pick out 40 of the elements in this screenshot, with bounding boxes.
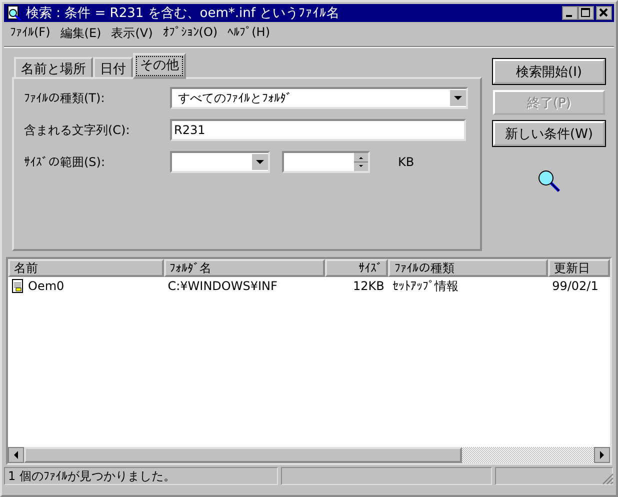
tab[interactable]: 名前と場所 bbox=[14, 57, 93, 77]
unit-label: KB bbox=[398, 155, 414, 169]
menu-item[interactable]: ﾍﾙﾌﾟ(H) bbox=[228, 25, 270, 43]
spin-arrows-icon[interactable] bbox=[354, 153, 368, 171]
menu-item[interactable]: ｵﾌﾟｼｮﾝ(O) bbox=[162, 25, 218, 43]
menu-item[interactable]: 表示(V) bbox=[111, 25, 153, 43]
field-label: ｻｲｽﾞの範囲(S): bbox=[24, 154, 106, 170]
status-text: 1 個のﾌｧｲﾙが見つかりました。 bbox=[4, 467, 278, 485]
table-cell: C:¥WINDOWS¥INF bbox=[168, 279, 278, 293]
maximize-button[interactable] bbox=[578, 6, 594, 20]
close-button[interactable] bbox=[596, 6, 612, 20]
input-field[interactable]: R231 bbox=[170, 119, 466, 141]
search-icon bbox=[6, 5, 22, 21]
magnifier-icon bbox=[536, 168, 562, 194]
button[interactable]: 検索開始(I) bbox=[493, 59, 605, 84]
table-cell: Oem0 bbox=[28, 279, 64, 293]
resize-grip-icon bbox=[602, 473, 614, 485]
menu-item[interactable]: 編集(E) bbox=[60, 25, 102, 43]
table-cell: ｾｯﾄｱｯﾌﾟ情報 bbox=[392, 278, 458, 294]
dropdown-field[interactable] bbox=[170, 151, 270, 173]
scroll-right-button[interactable] bbox=[594, 447, 610, 463]
dropdown-field[interactable]: すべてのﾌｧｲﾙとﾌｫﾙﾀﾞ bbox=[170, 87, 468, 109]
minimize-button[interactable] bbox=[562, 6, 578, 20]
window-title: 検索 : 条件 = R231 を含む、oem*.inf というﾌｧｲﾙ名 bbox=[26, 5, 341, 22]
button[interactable]: 新しい条件(W) bbox=[493, 121, 605, 146]
scroll-thumb[interactable] bbox=[24, 447, 462, 463]
scroll-left-button[interactable] bbox=[8, 447, 24, 463]
field-label: ﾌｧｲﾙの種類(T): bbox=[24, 90, 106, 106]
tab[interactable]: その他 bbox=[133, 53, 186, 79]
column-header[interactable]: 更新日 bbox=[548, 259, 610, 277]
column-header[interactable]: ﾌｧｲﾙの種類 bbox=[388, 259, 548, 277]
menu-item[interactable]: ﾌｧｲﾙ(F) bbox=[10, 25, 50, 43]
column-header[interactable]: ﾌｫﾙﾀﾞ名 bbox=[164, 259, 326, 277]
document-icon bbox=[12, 279, 24, 293]
field-label: 含まれる文字列(C): bbox=[24, 122, 131, 138]
table-cell: 12KB bbox=[352, 279, 384, 293]
table-cell: 99/02/1 bbox=[552, 279, 598, 293]
spin-field[interactable] bbox=[282, 151, 370, 173]
column-header[interactable]: 名前 bbox=[8, 259, 164, 277]
column-header[interactable]: ｻｲｽﾞ bbox=[325, 259, 388, 277]
